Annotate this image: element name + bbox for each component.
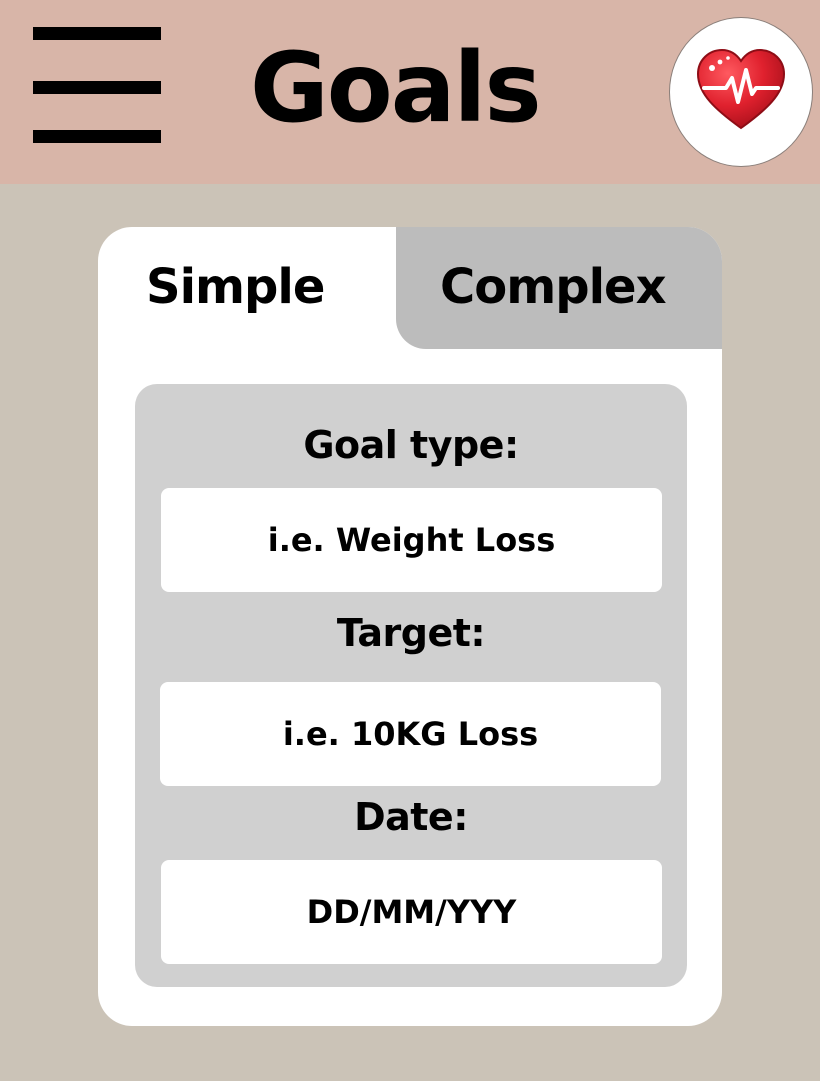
tab-simple-label: Simple: [146, 259, 325, 315]
menu-icon-bar-bottom: [33, 130, 161, 143]
app-logo[interactable]: [670, 18, 812, 166]
target-input[interactable]: [160, 682, 661, 786]
tab-simple[interactable]: Simple: [98, 227, 396, 349]
menu-icon-bar-top: [33, 27, 161, 40]
goal-type-label: Goal type:: [303, 423, 519, 467]
date-label: Date:: [354, 795, 468, 839]
page-title: Goals: [250, 32, 542, 144]
heart-pulse-icon: [696, 48, 786, 130]
goal-type-input[interactable]: [161, 488, 662, 592]
goal-form: Goal type: Target: Date:: [135, 384, 687, 987]
menu-icon-bar-middle: [33, 81, 161, 94]
date-input[interactable]: [161, 860, 662, 964]
target-label: Target:: [336, 611, 486, 655]
tab-complex[interactable]: Complex: [396, 227, 722, 349]
goal-card: Simple Complex Goal type: Target: Date:: [98, 227, 722, 1026]
tab-complex-label: Complex: [440, 259, 667, 315]
app-header: Goals: [0, 0, 820, 184]
menu-button[interactable]: [33, 27, 161, 144]
